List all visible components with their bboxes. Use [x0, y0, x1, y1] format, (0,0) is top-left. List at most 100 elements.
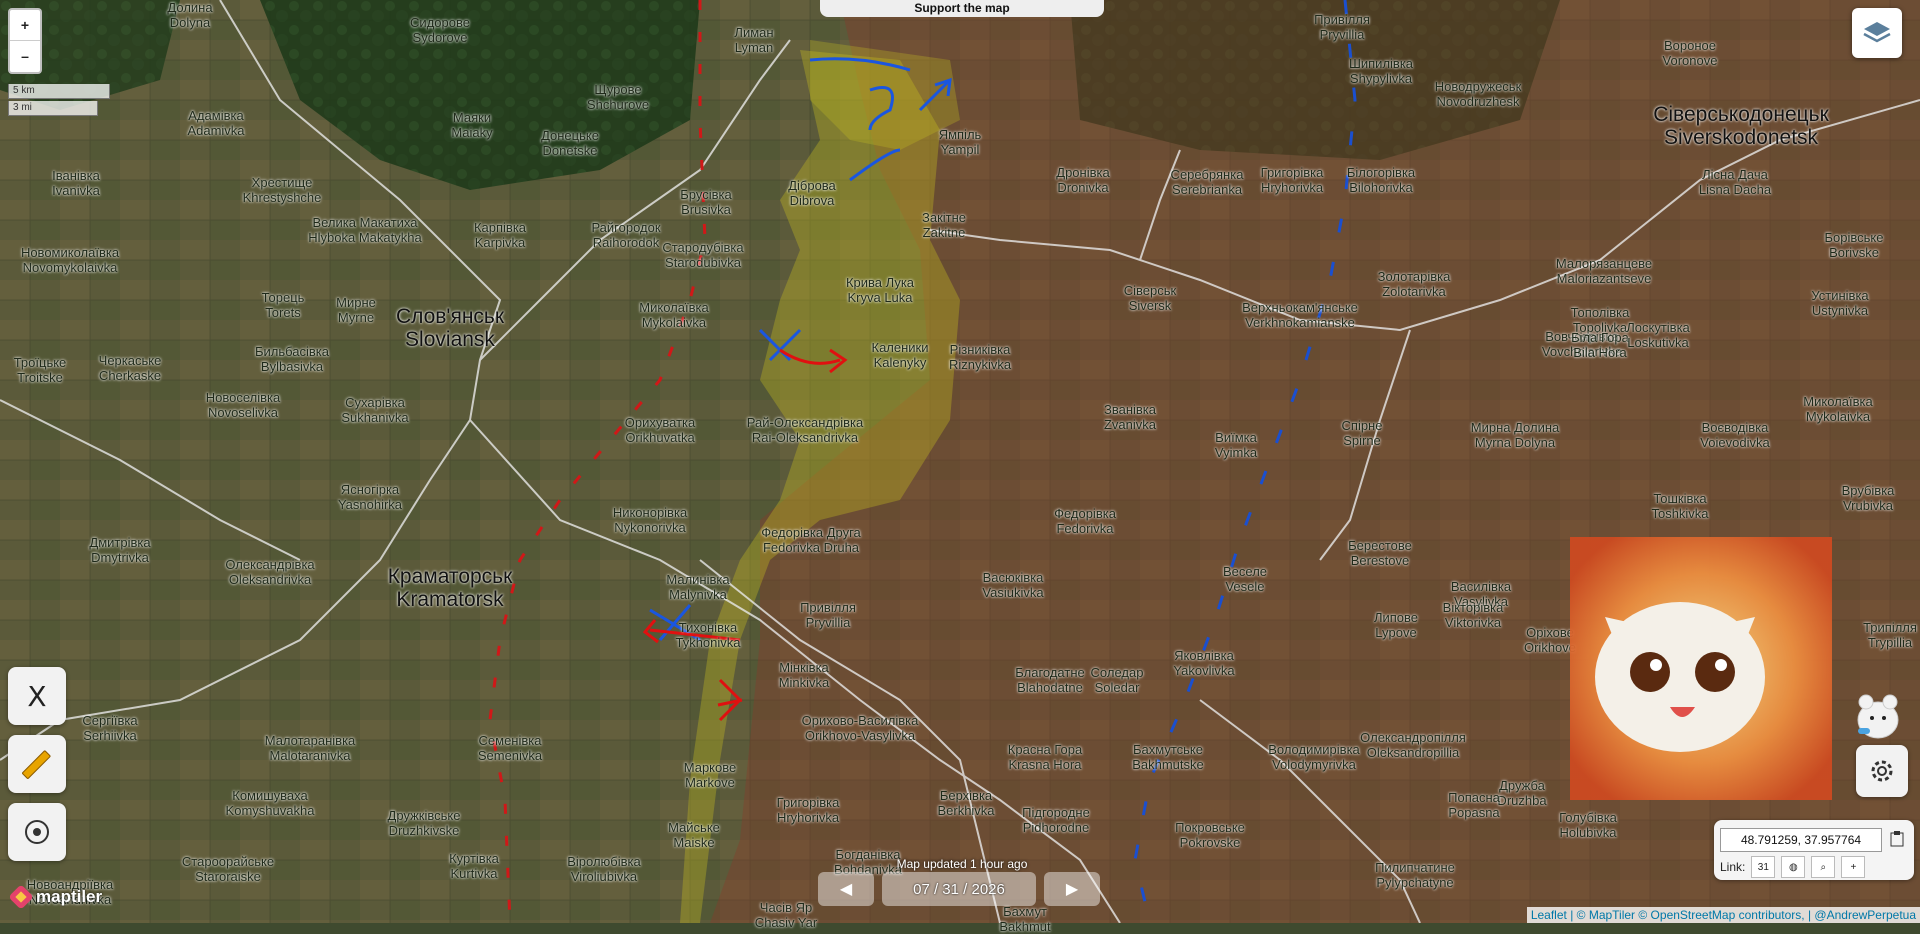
- x-share-button[interactable]: X: [8, 667, 66, 725]
- support-map-button[interactable]: Support the map: [820, 0, 1104, 17]
- place-name-uk: Мирна Долина: [1470, 420, 1560, 435]
- place-label: Білогорівка Bilohorivka: [1347, 165, 1415, 195]
- place-label: Орихово-Василівка Orikhovo-Vasylivka: [802, 713, 919, 743]
- place-label: Дружба Druzhba: [1497, 778, 1546, 808]
- place-label: Соледар Soledar: [1091, 665, 1144, 695]
- place-name-en: Raihorodok: [592, 235, 660, 250]
- place-label: Дмитрівка Dmytrivka: [89, 535, 150, 565]
- place-name-uk: Різниківка: [949, 342, 1011, 357]
- place-label: Золотарівка Zolotarivka: [1378, 269, 1451, 299]
- maptiler-brand: maptiler: [36, 887, 103, 906]
- link-label: Link:: [1720, 860, 1746, 874]
- place-label: Мирна Долина Myrna Dolyna: [1471, 420, 1560, 450]
- place-name-en: Siversk: [1128, 298, 1172, 313]
- place-name-en: Popasna: [1448, 805, 1500, 820]
- place-name-uk: Ясногірка: [340, 482, 400, 497]
- place-label: Комишуваха Komyshuvakha: [226, 788, 315, 818]
- place-name-uk: Ямпіль: [938, 127, 982, 142]
- place-label: Сіверськодонецьк Siverskodonetsk: [1653, 103, 1829, 149]
- place-name-en: Berestove: [1350, 553, 1410, 568]
- prev-date-button[interactable]: ◀: [818, 872, 874, 906]
- globe-icon: ◍: [1788, 861, 1798, 873]
- place-name-en: Dronivka: [1057, 180, 1109, 195]
- place-label: Рай-Олександрівка Rai-Oleksandrivka: [747, 415, 863, 445]
- settings-button[interactable]: [1856, 745, 1908, 797]
- place-label: Шипилівка Shypylivka: [1349, 56, 1413, 86]
- place-name-uk: Покровське: [1175, 820, 1245, 835]
- place-label: Малинівка Malynivka: [666, 572, 729, 602]
- place-name-en: Verkhnokamianske: [1245, 315, 1355, 330]
- layers-button[interactable]: [1852, 8, 1902, 58]
- locate-button[interactable]: [8, 803, 66, 861]
- place-name-uk: Виїмка: [1215, 430, 1257, 445]
- plus-link-button[interactable]: +: [1841, 856, 1866, 878]
- place-label: Ясногірка Yasnohirka: [338, 482, 402, 512]
- coordinates-field[interactable]: 48.791259, 37.957764: [1720, 828, 1882, 852]
- place-label: Пилипчатине Pylypchatyne: [1375, 860, 1455, 890]
- place-label: Верхньокам'янське Verkhnokamianske: [1242, 300, 1358, 330]
- search-link-button[interactable]: ⌕: [1811, 856, 1836, 878]
- place-name-en: Zolotarivka: [1382, 284, 1446, 299]
- layers-icon: [1863, 22, 1891, 43]
- next-date-button[interactable]: ▶: [1044, 872, 1100, 906]
- place-name-uk: Адамівка: [188, 108, 244, 123]
- place-label: Спірне Spirne: [1342, 418, 1383, 448]
- zoom-control: + –: [8, 8, 42, 74]
- place-name-uk: Мирне: [336, 295, 376, 310]
- scale-bar-km: 5 km: [8, 84, 110, 99]
- place-label: Часів Яр Chasiv Yar: [755, 900, 817, 930]
- zoom-out-button[interactable]: –: [10, 41, 40, 71]
- place-name-uk: Віролюбівка: [567, 854, 641, 869]
- measure-ruler-button[interactable]: [8, 735, 66, 793]
- place-label: Васюківка Vasiukivka: [982, 570, 1043, 600]
- place-label: Липове Lypove: [1374, 610, 1418, 640]
- place-name-uk: Орихуватка: [624, 415, 696, 430]
- place-name-uk: Лоскутівка: [1626, 320, 1690, 335]
- place-label: Покровське Pokrovske: [1175, 820, 1245, 850]
- place-name-en: Bila Hora: [1573, 345, 1627, 360]
- place-name-uk: Берестове: [1348, 538, 1412, 553]
- maptiler-logo[interactable]: maptiler: [10, 886, 102, 908]
- place-name-en: Sukhanivka: [341, 410, 409, 425]
- place-name-en: Torets: [265, 305, 301, 320]
- place-name-en: Bakhmut: [999, 919, 1051, 934]
- place-name-uk: Хрестище: [251, 175, 313, 190]
- place-name-en: Volodymyrivka: [1272, 757, 1356, 772]
- place-label: Олександрівка Oleksandrivka: [225, 557, 314, 587]
- place-label: Донецьке Donetske: [541, 128, 599, 158]
- place-label: Іванівка Ivanivka: [52, 168, 100, 198]
- place-name-uk: Васюківка: [982, 570, 1044, 585]
- world-map-link-button[interactable]: ◍: [1781, 856, 1806, 878]
- map-attribution[interactable]: Leaflet | © MapTiler © OpenStreetMap con…: [1526, 907, 1920, 923]
- place-name-en: Myrna Dolyna: [1474, 435, 1556, 450]
- link-row: Link: 31 ◍ ⌕ +: [1720, 856, 1866, 878]
- calendar-link-button[interactable]: 31: [1751, 856, 1776, 878]
- zoom-in-button[interactable]: +: [10, 10, 40, 41]
- place-name-uk: Лиман: [734, 25, 774, 40]
- place-name-uk: Олександропілля: [1360, 730, 1466, 745]
- place-label: Бахмут Bakhmut: [999, 904, 1050, 934]
- place-label: Мінківка Minkivka: [779, 660, 830, 690]
- place-name-uk: Лісна Дача: [1702, 167, 1768, 182]
- place-label: Сіверськ Siversk: [1124, 283, 1176, 313]
- place-name-en: Druzhba: [1497, 793, 1547, 808]
- place-label: Олександропілля Oleksandropillia: [1360, 730, 1466, 760]
- plus-icon: +: [1850, 861, 1857, 873]
- place-name-uk: Малинівка: [666, 572, 730, 587]
- copy-coordinates-button[interactable]: [1886, 828, 1908, 850]
- place-name-uk: Староорайське: [181, 854, 275, 869]
- place-name-en: Troitske: [17, 370, 63, 385]
- place-name-en: Kramatorsk: [396, 588, 504, 611]
- place-name-uk: Григорівка: [776, 795, 840, 810]
- place-name-en: Minkivka: [778, 675, 830, 690]
- date-picker[interactable]: 07 / 31 / 2026: [882, 872, 1036, 906]
- place-name-uk: Новомиколаївка: [20, 245, 120, 260]
- place-name-uk: Рай-Олександрівка: [746, 415, 864, 430]
- place-name-en: Myrne: [337, 310, 375, 325]
- place-name-uk: Яковлівка: [1174, 648, 1234, 663]
- place-name-en: Siverskodonetsk: [1663, 126, 1819, 149]
- place-name-uk: Черкаське: [98, 353, 162, 368]
- place-label: Малорязанцеве Maloriazantseve: [1556, 256, 1652, 286]
- mascot-icon: [1852, 690, 1904, 740]
- place-name-uk: Володимирівка: [1268, 742, 1360, 757]
